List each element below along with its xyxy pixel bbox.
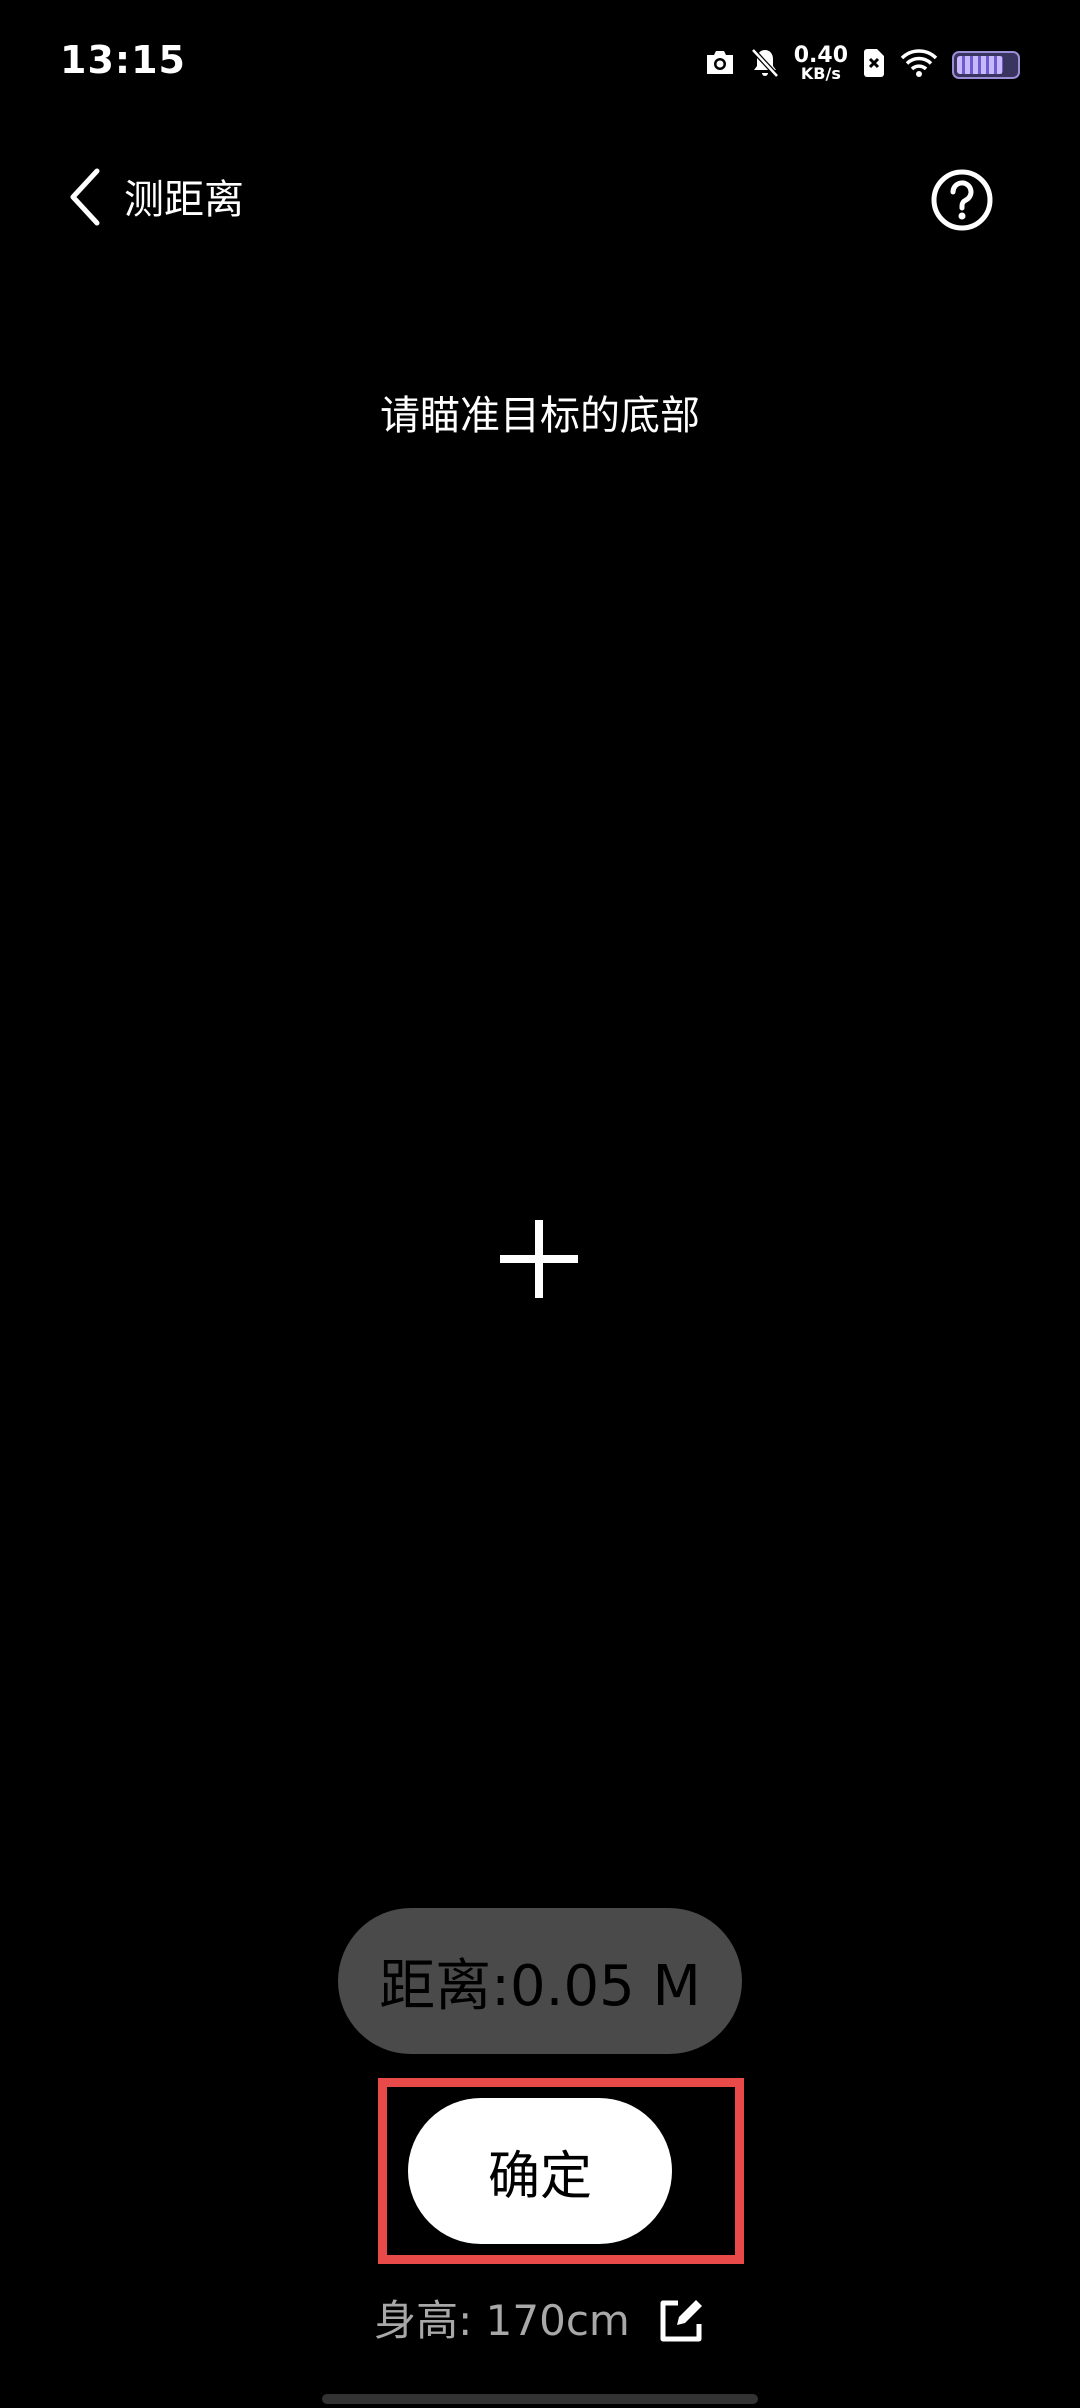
net-speed: 0.40 KB/s [793,43,848,83]
sim-blocked-icon [862,48,886,82]
edit-height-button[interactable] [656,2296,706,2346]
distance-readout: 距离:0.05 M [338,1908,742,2054]
header: 测距离 [0,150,1080,250]
gesture-nav-bar[interactable] [322,2394,758,2404]
page-title: 测距离 [124,177,244,223]
net-speed-value: 0.40 [793,43,848,68]
help-circle-icon [931,169,993,231]
net-speed-unit: KB/s [800,64,841,83]
help-button[interactable] [930,168,994,232]
chevron-left-icon [70,168,100,226]
status-time: 13:15 [60,38,186,82]
aim-instruction: 请瞄准目标的底部 [380,393,700,439]
height-label: 身高: 170cm [374,2296,630,2345]
status-icons: 0.40 KB/s [704,40,1020,90]
battery-fill [957,56,1003,74]
bell-muted-icon [750,47,780,83]
edit-icon [660,2300,702,2342]
status-bar: 13:15 0.40 KB/s [0,0,1080,120]
confirm-label: 确定 [487,2146,592,2207]
confirm-button[interactable]: 确定 [408,2098,672,2244]
battery-icon [952,51,1020,79]
distance-value: 距离:0.05 M [379,1953,701,2019]
wifi-icon [900,48,938,82]
height-row: 身高: 170cm [0,2286,1080,2356]
camera-icon [704,49,736,81]
crosshair-icon [500,1220,578,1298]
back-button[interactable] [50,162,120,232]
